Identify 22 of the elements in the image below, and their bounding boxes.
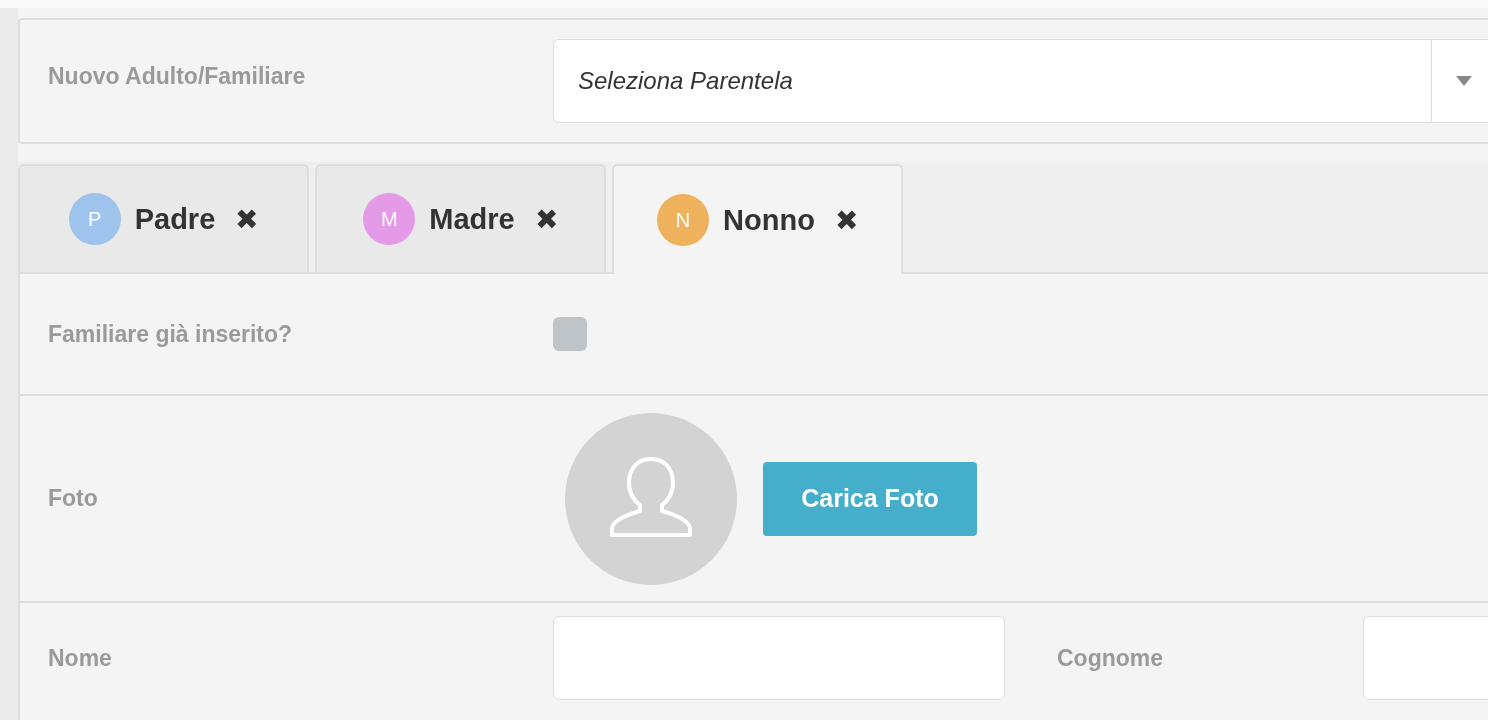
avatar-badge: P [68, 193, 121, 245]
text-field[interactable] [553, 616, 1005, 700]
tab[interactable]: N Nonno ✖ [612, 164, 903, 274]
tab-label: Padre [134, 202, 216, 236]
avatar-badge: M [363, 193, 416, 245]
field-label: Cognome [1057, 644, 1164, 672]
avatar-placeholder-icon [565, 412, 737, 585]
avatar-badge: N [657, 194, 710, 246]
tab-label: Madre [429, 202, 515, 236]
close-icon[interactable]: ✖ [534, 202, 558, 236]
tab-label: Nonno [723, 203, 815, 237]
close-icon[interactable]: ✖ [834, 203, 858, 237]
close-icon[interactable]: ✖ [235, 202, 259, 236]
field-label: Familiare già inserito? [48, 320, 294, 348]
field-label: Nuovo Adulto/Familiare [48, 62, 307, 90]
field-label: Nome [48, 644, 113, 672]
caret-icon [1456, 76, 1472, 86]
relationship-select[interactable]: Seleziona Parentela [553, 39, 1488, 123]
field-label: Foto [48, 485, 99, 512]
tab[interactable]: M Madre ✖ [315, 164, 606, 272]
tab[interactable]: P Padre ✖ [18, 164, 309, 272]
checkbox[interactable] [553, 317, 587, 351]
